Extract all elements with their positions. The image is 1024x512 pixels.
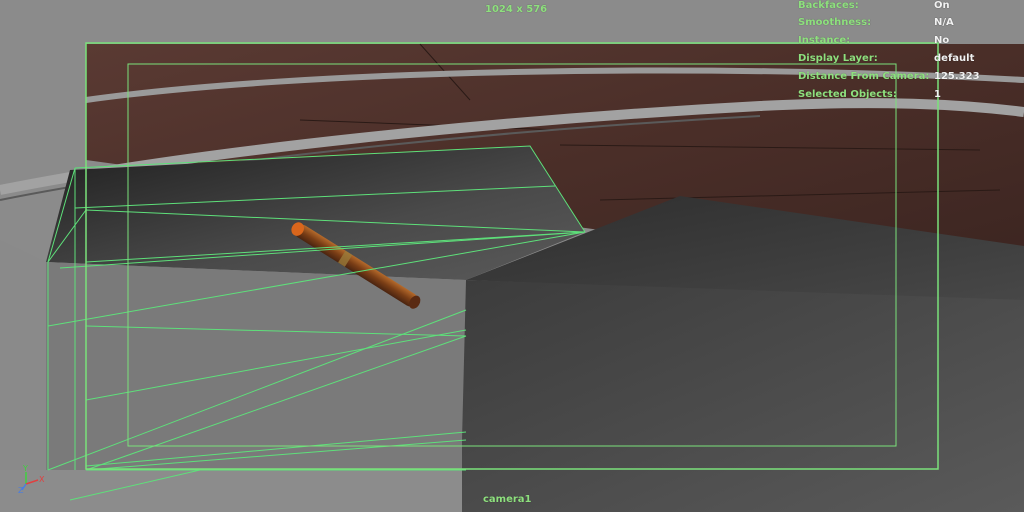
hud-label-instance: Instance: <box>798 35 851 46</box>
x-axis-line <box>25 479 39 485</box>
hud-value-instance: No <box>934 35 950 46</box>
camera-name-label: camera1 <box>483 494 532 505</box>
y-axis-label: Y <box>22 464 28 473</box>
z-axis-label: Z <box>18 486 24 494</box>
maya-viewport[interactable]: 1024 x 576 camera1 Backfaces: Smoothness… <box>0 0 1024 512</box>
table-side <box>0 240 46 470</box>
hud-label-backfaces: Backfaces: <box>798 0 859 11</box>
hud-label-selected-objects: Selected Objects: <box>798 89 897 100</box>
lower-floor <box>0 470 462 512</box>
hud-value-selected-objects: 1 <box>934 89 941 100</box>
axis-gizmo-icon: Y X Z <box>18 464 45 494</box>
hud-label-distance: Distance From Camera: <box>798 71 930 82</box>
hud-value-backfaces: On <box>934 0 950 11</box>
hud-value-smoothness: N/A <box>934 17 954 28</box>
hud-value-distance: 125.323 <box>934 71 980 82</box>
resolution-label: 1024 x 576 <box>485 4 548 15</box>
dark-box-front <box>462 280 1024 512</box>
hud-label-smoothness: Smoothness: <box>798 17 872 28</box>
hud-label-display-layer: Display Layer: <box>798 53 878 64</box>
hud-value-display-layer: default <box>934 53 975 64</box>
x-axis-label: X <box>39 475 45 484</box>
